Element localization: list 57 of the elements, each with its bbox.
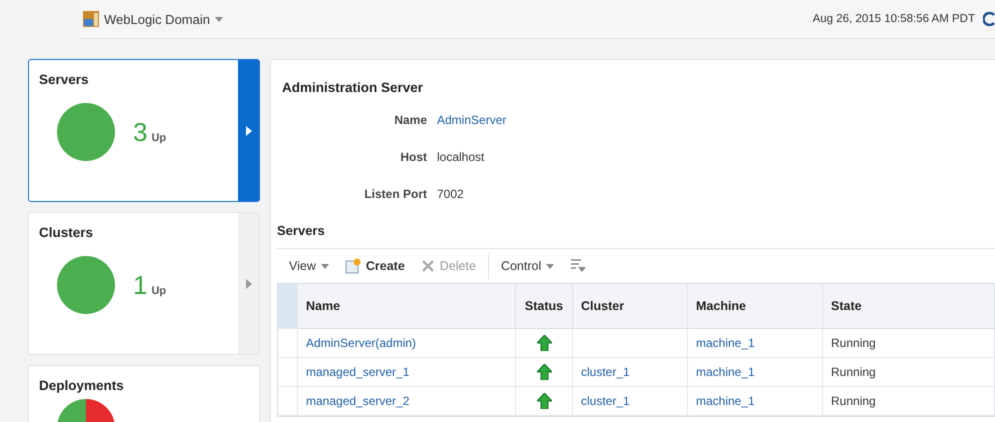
section-title: Administration Server xyxy=(282,80,424,95)
column-header[interactable]: Machine xyxy=(688,284,823,329)
menu-button[interactable]: View xyxy=(281,259,337,273)
table-cell: Running xyxy=(823,329,995,358)
row-selector[interactable] xyxy=(278,387,298,416)
card-title: Servers xyxy=(39,72,90,87)
toolbar-button[interactable]: Create xyxy=(336,258,413,274)
table-cell: Running xyxy=(823,358,995,387)
caret-icon xyxy=(214,16,223,22)
field-label: Host xyxy=(399,150,427,164)
field-value: localhost xyxy=(437,150,486,164)
count: 1 xyxy=(133,270,148,300)
expand-arrow-icon xyxy=(246,126,252,136)
table-cell[interactable]: AdminServer(admin) xyxy=(298,329,516,358)
new-item-icon xyxy=(344,258,361,274)
table-cell: Running xyxy=(823,387,995,416)
status-pie-drawing xyxy=(57,256,115,314)
field-link[interactable]: AdminServer xyxy=(437,113,995,127)
status-pie-drawing xyxy=(57,103,115,161)
expand-arrow-icon xyxy=(246,278,252,288)
column-header[interactable]: State xyxy=(823,284,995,329)
summary-card[interactable]: Servers 3 Up xyxy=(28,59,260,202)
table-cell[interactable]: machine_1 xyxy=(688,387,823,416)
column-header[interactable]: Cluster xyxy=(573,284,688,329)
table-cell[interactable]: machine_1 xyxy=(688,329,823,358)
table-cell[interactable]: cluster_1 xyxy=(573,387,688,416)
summary-card[interactable]: Clusters 1 Up xyxy=(28,212,260,355)
refresh-icon[interactable] xyxy=(983,12,995,26)
field-value: 7002 xyxy=(437,187,465,201)
card-title: Deployments xyxy=(39,378,125,393)
summary-card[interactable]: Deployments xyxy=(28,365,260,422)
expand-strip[interactable] xyxy=(238,213,259,354)
table-cell[interactable]: machine_1 xyxy=(688,358,823,387)
filter-icon[interactable] xyxy=(570,258,586,274)
timestamp: Aug 26, 2015 10:58:56 AM PDT xyxy=(812,13,975,25)
section-title: Servers xyxy=(277,223,995,249)
card-title: Clusters xyxy=(39,225,94,240)
count-unit: Up xyxy=(151,284,166,296)
expand-strip[interactable] xyxy=(238,60,259,201)
row-selector[interactable] xyxy=(278,358,298,387)
row-selector-header xyxy=(278,284,298,329)
delete-icon xyxy=(420,259,435,273)
count: 3 xyxy=(133,116,148,146)
domain-icon xyxy=(83,11,99,27)
row-selector[interactable] xyxy=(278,329,298,358)
domain-menu[interactable]: WebLogic Domain xyxy=(83,11,223,27)
table-cell[interactable]: cluster_1 xyxy=(573,358,688,387)
count-unit: Up xyxy=(151,132,166,144)
table-cell[interactable]: managed_server_2 xyxy=(298,387,516,416)
field-label: Name xyxy=(393,113,427,127)
caret-icon xyxy=(546,264,554,268)
table-cell[interactable]: managed_server_1 xyxy=(298,358,516,387)
caret-icon xyxy=(320,264,329,268)
field-label: Listen Port xyxy=(363,187,427,201)
column-header[interactable]: Status xyxy=(516,284,573,329)
column-header[interactable]: Name xyxy=(298,284,516,329)
menu-button[interactable]: Control xyxy=(492,259,562,273)
